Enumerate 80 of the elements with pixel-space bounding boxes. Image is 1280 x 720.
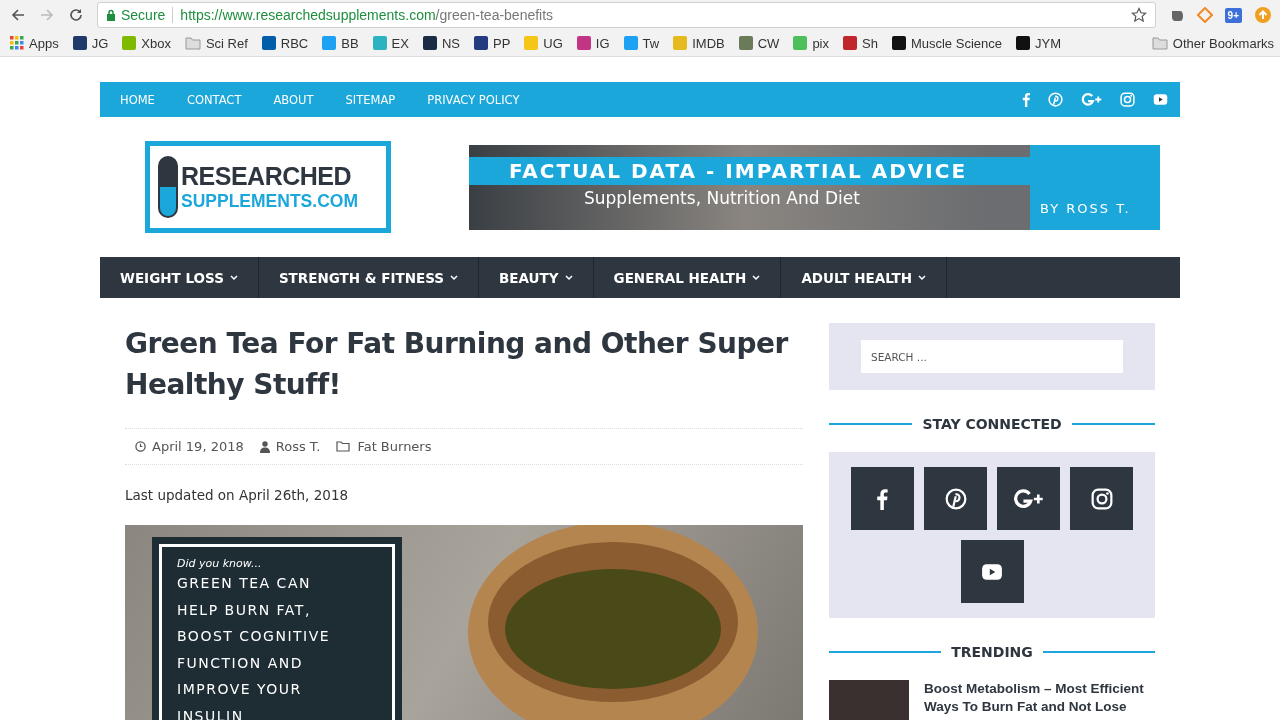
back-icon[interactable] (10, 7, 26, 23)
bookmark[interactable]: CW (738, 35, 780, 51)
extension-badge[interactable]: 9+ (1224, 7, 1242, 23)
image-text-line: BOOST COGNITIVE (177, 627, 332, 646)
folder-icon (1151, 36, 1168, 50)
image-text-line: HELP BURN FAT, (177, 600, 312, 620)
bookmark[interactable]: Muscle Science (891, 35, 1002, 51)
clock-icon (135, 441, 146, 452)
image-text-line: INSULIN (177, 706, 245, 720)
bookmark[interactable]: Tw (623, 35, 660, 51)
trending-post-link[interactable]: Boost Metabolism – Most Efficient Ways To Burn Fat and Not Lose (924, 680, 1155, 720)
social-button[interactable] (924, 467, 987, 530)
folder-icon (184, 36, 201, 50)
menu-item[interactable]: BEAUTY (479, 257, 594, 298)
category-link[interactable]: Fat Burners (357, 439, 432, 454)
site-logo[interactable]: RESEARCHED SUPPLEMENTS.COM (145, 141, 391, 233)
caret-icon (229, 274, 238, 281)
menu-item[interactable]: GENERAL HEALTH (593, 257, 782, 298)
address-bar[interactable]: Secure https://www.researchedsupplements.com/green-tea-benefits (97, 2, 1156, 28)
caret-icon (564, 274, 573, 281)
bookmark[interactable]: EX (372, 35, 409, 51)
instagram-icon (1090, 487, 1113, 510)
facebook-icon (1021, 92, 1030, 107)
bookmark[interactable]: IG (576, 35, 610, 51)
search-field[interactable]: SEARCH ... (861, 340, 1123, 373)
grid-icon (10, 36, 24, 50)
pinterest-icon (1048, 92, 1063, 107)
image-text-line: GREEN TEA CAN (177, 574, 312, 593)
bookmark[interactable]: Xbox (122, 35, 171, 51)
bookmark[interactable]: JG (72, 35, 109, 51)
star-icon[interactable] (1130, 7, 1147, 23)
last-updated-text: Last updated on April 26th, 2018 (125, 487, 350, 503)
image-text-line: FUNCTION AND (177, 653, 304, 673)
secure-label: Secure (121, 7, 166, 23)
caret-icon (918, 274, 927, 281)
banner-ad[interactable]: FACTUAL DATA - IMPARTIAL ADVICE Supplements, Nutrition And Diet BY ROSS T. (469, 144, 1160, 230)
bookmark[interactable]: Other Bookmarks (1151, 35, 1274, 51)
user-icon (259, 440, 270, 453)
instagram-icon (1120, 92, 1135, 107)
social-button[interactable] (997, 467, 1060, 530)
bookmark[interactable]: Apps (10, 35, 59, 51)
author-link[interactable]: Ross T. (275, 439, 321, 454)
bookmark[interactable]: PP (474, 35, 511, 51)
social-button[interactable] (1070, 467, 1133, 530)
logo-text: SUPPLEMENTS.COM (181, 191, 358, 212)
social-button[interactable] (851, 467, 914, 530)
pinterest-icon (944, 487, 967, 510)
post-date: April 19, 2018 (152, 439, 244, 454)
banner-subline: Supplements, Nutrition And Diet (583, 186, 861, 208)
caret-icon (450, 274, 459, 281)
bookmark[interactable]: NS (422, 35, 460, 51)
bookmark[interactable]: IMDB (673, 35, 725, 51)
logo-text: RESEARCHED (181, 162, 353, 191)
lock-icon (106, 9, 116, 21)
image-intro-text: Did you know... (177, 557, 263, 570)
url-text: https://www.researchedsupplements.com/green-tea-benefits (180, 7, 554, 23)
google-plus-icon (1013, 487, 1044, 510)
capsule-icon (158, 156, 178, 218)
menu-item[interactable]: ADULT HEALTH (781, 257, 948, 298)
article-title: Green Tea For Fat Burning and Other Super Healthy Stuff! (125, 326, 790, 403)
banner-byline: BY ROSS T. (1030, 144, 1160, 230)
reload-icon[interactable] (68, 7, 84, 23)
bookmark[interactable]: BB (322, 35, 359, 51)
menu-item[interactable]: WEIGHT LOSS (100, 257, 259, 298)
facebook-icon (876, 487, 889, 510)
widget-title: STAY CONNECTED (922, 416, 1062, 432)
bookmark[interactable]: pix (793, 35, 829, 51)
video-play-icon (1153, 92, 1168, 107)
bookmark[interactable]: Sh (843, 35, 878, 51)
image-text-line: IMPROVE YOUR (177, 680, 303, 699)
bookmark[interactable]: Sci Ref (184, 35, 248, 51)
google-plus-icon (1081, 92, 1102, 107)
bookmark[interactable]: RBC (261, 35, 309, 51)
social-button[interactable] (960, 540, 1024, 603)
folder-icon (336, 441, 352, 452)
menu-item[interactable]: STRENGTH & FITNESS (258, 257, 480, 298)
bookmark[interactable]: JYM (1015, 35, 1061, 51)
bookmark[interactable]: UG (524, 35, 563, 51)
caret-icon (752, 274, 761, 281)
widget-title: TRENDING (951, 644, 1033, 660)
